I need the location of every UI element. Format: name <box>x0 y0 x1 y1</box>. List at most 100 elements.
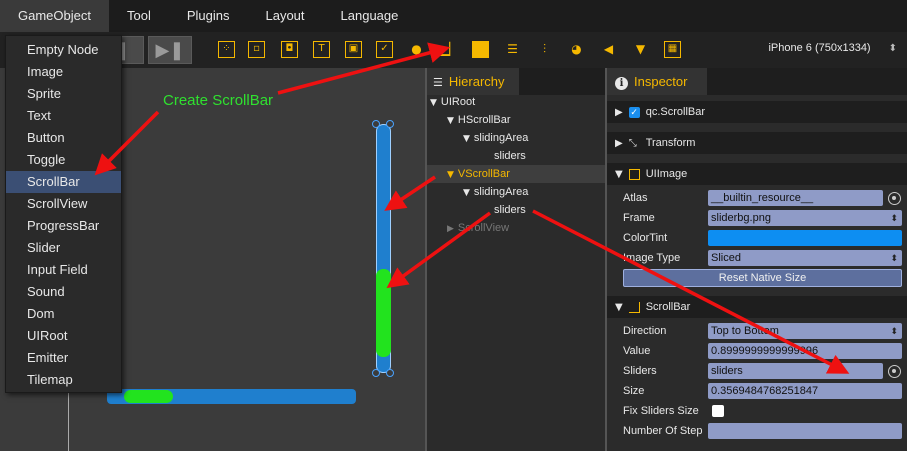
hierarchy-item-uiroot[interactable]: ▼ UIRoot <box>427 93 605 111</box>
menu-item-emitter[interactable]: Emitter <box>6 347 121 369</box>
progressbar-icon[interactable] <box>472 41 489 58</box>
menu-item-uiroot[interactable]: UIRoot <box>6 325 121 347</box>
imagetype-select[interactable]: Sliced ⬍ <box>708 250 902 266</box>
atlas-picker-icon[interactable] <box>888 192 901 205</box>
scrollview-icon[interactable]: ▁▏ <box>440 41 458 58</box>
chevron-down-icon[interactable]: ▼ <box>463 188 470 198</box>
menu-item-sound[interactable]: Sound <box>6 281 121 303</box>
menu-item-dom[interactable]: Dom <box>6 303 121 325</box>
input-field-icon[interactable]: ⫶ <box>536 41 553 58</box>
row-colortint: ColorTint <box>607 228 907 248</box>
menu-item-empty-node[interactable]: Empty Node <box>6 39 121 61</box>
scrollbar-icon[interactable]: ● <box>408 41 425 58</box>
reset-native-size-button[interactable]: Reset Native Size <box>623 269 902 287</box>
section-qc-scrollbar[interactable]: ▶ ✓ qc.ScrollBar <box>607 101 907 123</box>
fix-sliders-size-checkbox[interactable] <box>712 405 724 417</box>
hierarchy-item-hscrollbar[interactable]: ▼ HScrollBar <box>427 111 605 129</box>
frame-select[interactable]: sliderbg.png ⬍ <box>708 210 902 226</box>
annotation-label: Create ScrollBar <box>163 92 274 109</box>
sprite-icon[interactable]: ◘ <box>281 41 298 58</box>
colortint-swatch[interactable] <box>708 230 902 246</box>
menu-item-tilemap[interactable]: Tilemap <box>6 369 121 391</box>
chevron-down-icon[interactable]: ▼ <box>463 134 470 144</box>
inspector-tabbar: i Inspector <box>607 68 907 95</box>
row-direction: Direction Top to Bottom ⬍ <box>607 321 907 341</box>
chevron-down-icon[interactable]: ▼ <box>615 302 623 313</box>
chevron-down-icon[interactable]: ▼ <box>447 170 454 180</box>
device-select[interactable]: iPhone 6 (750x1334) ⬍ <box>768 42 897 54</box>
hierarchy-item-label: VScrollBar <box>457 168 510 180</box>
sliders-picker-icon[interactable] <box>888 365 901 378</box>
image-icon[interactable]: ▫ <box>248 41 265 58</box>
direction-select[interactable]: Top to Bottom ⬍ <box>708 323 902 339</box>
menu-item-progressbar[interactable]: ProgressBar <box>6 215 121 237</box>
hierarchy-panel: ☰ Hierarchy ▼ UIRoot ▼ HScrollBar ▼ slidingA… <box>425 68 605 451</box>
chevron-right-icon[interactable]: ▶ <box>615 107 623 118</box>
vertical-scrollbar-thumb[interactable] <box>376 269 391 357</box>
section-label: qc.ScrollBar <box>645 106 705 118</box>
chevron-down-icon[interactable]: ▼ <box>430 98 437 108</box>
tab-inspector-label: Inspector <box>634 74 688 89</box>
hierarchy-tabbar: ☰ Hierarchy <box>427 68 605 95</box>
size-input[interactable]: 0.3569484768251847 <box>708 383 902 399</box>
hierarchy-item-label: slidingArea <box>473 132 529 144</box>
number-of-step-label: Number Of Step <box>623 425 703 437</box>
atlas-field[interactable]: __builtin_resource__ <box>708 190 883 206</box>
number-of-step-input[interactable] <box>708 423 902 439</box>
button-icon[interactable]: ▣ <box>345 41 362 58</box>
hierarchy-item-vscrollbar[interactable]: ▼ VScrollBar <box>427 165 605 183</box>
toggle-icon[interactable]: ✓ <box>376 41 393 58</box>
tab-hierarchy[interactable]: ☰ Hierarchy <box>427 68 519 95</box>
hierarchy-item-sliders[interactable]: sliders <box>427 147 605 165</box>
row-frame: Frame sliderbg.png ⬍ <box>607 208 907 228</box>
menu-item-scrollview[interactable]: ScrollView <box>6 193 121 215</box>
menu-item-sprite[interactable]: Sprite <box>6 83 121 105</box>
menu-tool[interactable]: Tool <box>109 0 169 32</box>
tab-inspector[interactable]: i Inspector <box>607 68 707 95</box>
step-forward-icon[interactable]: ▶❚ <box>148 36 192 64</box>
menu-item-toggle[interactable]: Toggle <box>6 149 121 171</box>
enabled-checkbox-icon[interactable]: ✓ <box>628 106 640 118</box>
node-icon[interactable]: ⁘ <box>218 41 235 58</box>
resize-handle-bottom-right[interactable] <box>386 369 394 377</box>
frame-label: Frame <box>623 212 655 224</box>
resize-handle-top-right[interactable] <box>386 120 394 128</box>
sound-icon[interactable]: ◕ <box>568 41 585 58</box>
menu-item-input-field[interactable]: Input Field <box>6 259 121 281</box>
menu-item-text[interactable]: Text <box>6 105 121 127</box>
row-fix-sliders-size: Fix Sliders Size <box>607 401 907 421</box>
chevron-right-icon[interactable]: ▶ <box>447 224 454 234</box>
hierarchy-item-sliders[interactable]: sliders <box>427 201 605 219</box>
menu-item-image[interactable]: Image <box>6 61 121 83</box>
section-scrollbar[interactable]: ▼ ScrollBar <box>607 296 907 318</box>
hierarchy-item-slidingarea[interactable]: ▼ slidingArea <box>427 129 605 147</box>
row-size: Size 0.3569484768251847 <box>607 381 907 401</box>
menu-plugins[interactable]: Plugins <box>169 0 248 32</box>
value-label: Value <box>623 345 651 357</box>
dom-icon[interactable]: ◀ <box>600 41 617 58</box>
menu-language[interactable]: Language <box>323 0 417 32</box>
tilemap-icon[interactable]: ▦ <box>664 41 681 58</box>
emitter-icon[interactable]: ▼ <box>632 41 649 58</box>
menu-gameobject[interactable]: GameObject <box>0 0 109 32</box>
chevron-down-icon[interactable]: ▼ <box>615 169 623 180</box>
hierarchy-item-scrollview[interactable]: ▶ ScrollView <box>427 219 605 237</box>
chevron-right-icon[interactable]: ▶ <box>615 138 623 149</box>
slider-icon[interactable]: ☰ <box>504 41 521 58</box>
section-transform[interactable]: ▶ ⤡ Transform <box>607 132 907 154</box>
menu-layout[interactable]: Layout <box>247 0 322 32</box>
sliders-field[interactable]: sliders <box>708 363 883 379</box>
list-icon: ☰ <box>433 76 443 89</box>
hierarchy-item-slidingarea[interactable]: ▼ slidingArea <box>427 183 605 201</box>
device-label: iPhone 6 (750x1334) <box>768 42 871 54</box>
resize-handle-top[interactable] <box>372 120 380 128</box>
menu-item-slider[interactable]: Slider <box>6 237 121 259</box>
value-input[interactable]: 0.8999999999999996 <box>708 343 902 359</box>
section-uiimage[interactable]: ▼ UIImage <box>607 163 907 185</box>
horizontal-scrollbar-thumb[interactable] <box>124 390 173 403</box>
menu-item-scrollbar[interactable]: ScrollBar <box>6 171 121 193</box>
menu-item-button[interactable]: Button <box>6 127 121 149</box>
text-icon[interactable]: T <box>313 41 330 58</box>
chevron-down-icon[interactable]: ▼ <box>447 116 454 126</box>
resize-handle-bottom[interactable] <box>372 369 380 377</box>
